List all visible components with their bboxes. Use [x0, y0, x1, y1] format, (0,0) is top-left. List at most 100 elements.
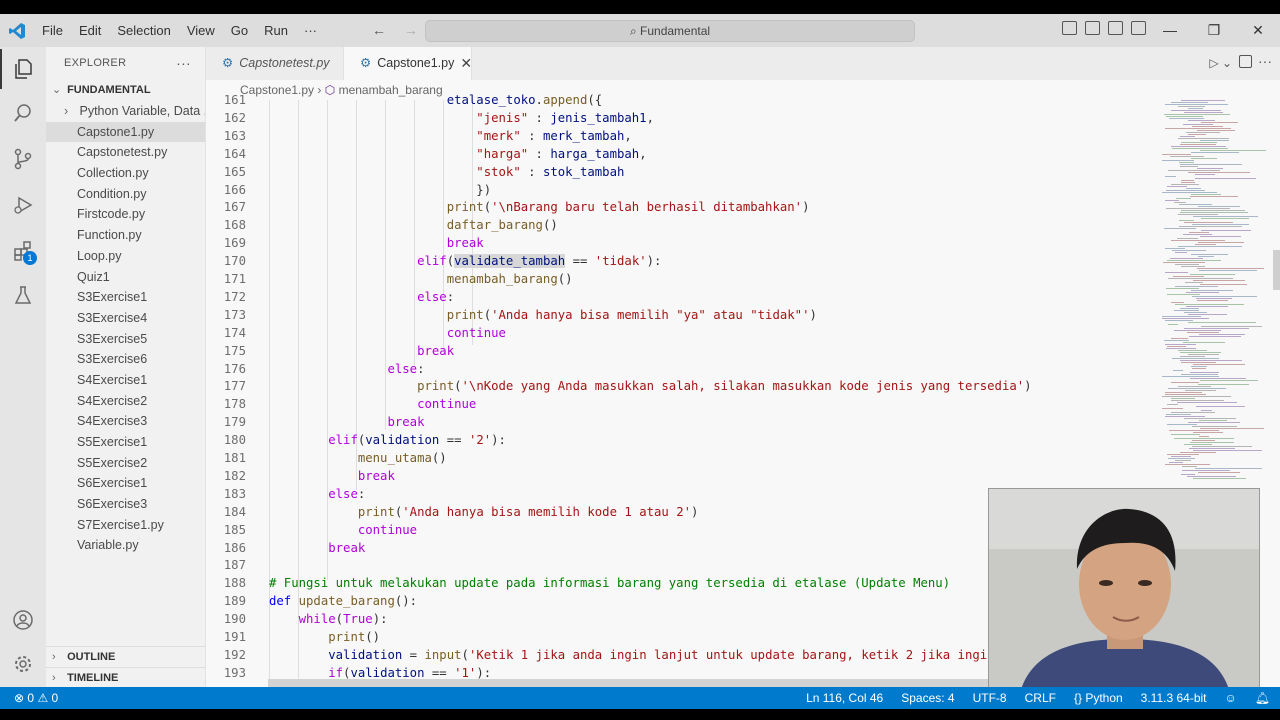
- file-item[interactable]: S4Exercise3: [46, 411, 205, 432]
- file-item[interactable]: S6Exercise3: [46, 494, 205, 515]
- code-line[interactable]: while(True):: [269, 612, 388, 626]
- menu-run[interactable]: Run: [256, 23, 296, 38]
- forward-arrow-icon[interactable]: →: [404, 22, 418, 38]
- horizontal-scrollbar[interactable]: [268, 679, 1013, 687]
- file-item[interactable]: S3Exercise6: [46, 349, 205, 370]
- encoding[interactable]: UTF-8: [973, 687, 1007, 709]
- cursor-position[interactable]: Ln 116, Col 46: [806, 687, 883, 709]
- code-line[interactable]: break: [269, 541, 365, 555]
- toggle-panel-icon[interactable]: [1085, 21, 1100, 35]
- code-line[interactable]: }): [269, 183, 491, 197]
- file-item[interactable]: Function.py: [46, 225, 205, 246]
- settings-gear-icon[interactable]: [0, 644, 46, 684]
- code-line[interactable]: etalase_toko.append({: [269, 93, 602, 107]
- menu-file[interactable]: File: [34, 23, 71, 38]
- code-line[interactable]: # Fungsi untuk melakukan update pada inf…: [269, 576, 950, 590]
- file-item[interactable]: Capstone1.py: [46, 121, 205, 143]
- code-line[interactable]: print('Anda hanya bisa memilih "ya" atau…: [269, 308, 817, 322]
- code-line[interactable]: break: [269, 344, 454, 358]
- code-line[interactable]: else:: [269, 290, 454, 304]
- file-item[interactable]: S3Exercise1: [46, 287, 205, 308]
- code-line[interactable]: if(validation == '1'):: [269, 666, 491, 680]
- vertical-scrollbar[interactable]: [1273, 100, 1280, 687]
- file-item[interactable]: S3Exercise5: [46, 329, 205, 350]
- menu-edit[interactable]: Edit: [71, 23, 109, 38]
- code-line[interactable]: menu_utama(): [269, 451, 447, 465]
- file-item[interactable]: S5Exercise2: [46, 453, 205, 474]
- code-line[interactable]: "jenis" : jenis_tambah1,: [269, 111, 654, 125]
- code-line[interactable]: break: [269, 415, 424, 429]
- account-icon[interactable]: [0, 600, 46, 640]
- close-tab-icon[interactable]: ✕: [460, 47, 472, 80]
- file-item[interactable]: Loop.py: [46, 246, 205, 267]
- code-line[interactable]: menambah_barang(): [269, 272, 573, 286]
- close-window-icon[interactable]: ✕: [1236, 14, 1280, 47]
- back-arrow-icon[interactable]: ←: [372, 22, 386, 38]
- code-line[interactable]: elif(validate_tambah == 'tidak'):: [269, 254, 661, 269]
- line-endings[interactable]: CRLF: [1025, 687, 1056, 709]
- restore-icon[interactable]: ❐: [1192, 14, 1236, 47]
- explorer-more-icon[interactable]: ···: [176, 47, 191, 79]
- minimize-icon[interactable]: —: [1148, 14, 1192, 47]
- file-item[interactable]: S4Exercise1: [46, 370, 205, 391]
- python-interpreter[interactable]: 3.11.3 64-bit: [1141, 687, 1207, 709]
- code-line[interactable]: "stok" : stok_tambah: [269, 165, 624, 179]
- explorer-icon[interactable]: [0, 49, 46, 89]
- timeline-section[interactable]: › TIMELINE: [46, 667, 206, 688]
- code-line[interactable]: print(): [269, 630, 380, 644]
- problems-indicator[interactable]: ⊗ 0 ⚠ 0: [14, 687, 58, 709]
- search-icon[interactable]: [0, 93, 46, 133]
- file-item[interactable]: Capstonetest.py: [46, 142, 205, 163]
- file-item[interactable]: S3Exercise4: [46, 308, 205, 329]
- feedback-icon[interactable]: ☺: [1225, 687, 1237, 709]
- file-item[interactable]: S4Exercise2: [46, 391, 205, 412]
- file-item[interactable]: Condition.py: [46, 184, 205, 205]
- run-debug-icon[interactable]: [0, 185, 46, 225]
- workspace-folder[interactable]: ⌄ FUNDAMENTAL: [46, 79, 205, 101]
- language-mode[interactable]: {} Python: [1074, 687, 1123, 709]
- code-line[interactable]: daftar_barang(): [269, 218, 558, 232]
- code-line[interactable]: break: [269, 469, 395, 483]
- file-item[interactable]: Quiz1: [46, 267, 205, 288]
- tab-capstone1[interactable]: ⚙ Capstone1.py ✕: [344, 47, 472, 80]
- code-line[interactable]: break: [269, 236, 484, 250]
- toggle-sidebar-icon[interactable]: [1062, 21, 1077, 35]
- testing-icon[interactable]: [0, 275, 46, 315]
- file-item[interactable]: Collection.py: [46, 163, 205, 184]
- code-line[interactable]: def update_barang():: [269, 594, 417, 608]
- code-line[interactable]: else:: [269, 362, 424, 376]
- menu-more[interactable]: ···: [296, 23, 325, 38]
- split-editor-icon[interactable]: [1239, 55, 1252, 68]
- folder-item-python-variable[interactable]: › Python Variable, Data ...: [46, 101, 205, 122]
- outline-section[interactable]: › OUTLINE: [46, 646, 206, 667]
- toggle-secondary-sidebar-icon[interactable]: [1108, 21, 1123, 35]
- notifications-bell-icon[interactable]: 🔔︎: [1255, 687, 1270, 709]
- code-line[interactable]: else:: [269, 487, 365, 501]
- code-line[interactable]: print('\nBarang baru telah berhasil dita…: [269, 200, 810, 214]
- indentation[interactable]: Spaces: 4: [901, 687, 954, 709]
- code-line[interactable]: continue: [269, 523, 417, 537]
- file-item[interactable]: Firstcode.py: [46, 204, 205, 225]
- menu-selection[interactable]: Selection: [109, 23, 178, 38]
- code-line[interactable]: print('\nKode yang Anda masukkan salah, …: [269, 379, 1032, 393]
- editor-more-icon[interactable]: ···: [1258, 53, 1272, 69]
- file-item[interactable]: S6Exercise1: [46, 473, 205, 494]
- file-item[interactable]: S7Exercise1.py: [46, 515, 205, 536]
- run-python-file-icon[interactable]: ▷ ⌄: [1209, 56, 1232, 70]
- code-line[interactable]: print('Anda hanya bisa memilih kode 1 at…: [269, 505, 699, 519]
- source-control-icon[interactable]: [0, 139, 46, 179]
- code-line[interactable]: "harga" : harga_tambah,: [269, 147, 646, 161]
- minimap[interactable]: [1158, 100, 1273, 500]
- code-line[interactable]: elif(validation == '2'):: [269, 433, 506, 447]
- menu-view[interactable]: View: [179, 23, 223, 38]
- code-line[interactable]: continue: [269, 326, 506, 340]
- menu-go[interactable]: Go: [223, 23, 256, 38]
- code-line[interactable]: "merk" : merk_tambah,: [269, 129, 631, 143]
- scrollbar-thumb[interactable]: [1273, 250, 1280, 290]
- command-center-search[interactable]: ⌕ Fundamental: [425, 20, 915, 42]
- file-item[interactable]: Variable.py: [46, 535, 205, 556]
- code-line[interactable]: continue: [269, 397, 476, 411]
- file-item[interactable]: S5Exercise1: [46, 432, 205, 453]
- extensions-icon[interactable]: 1: [0, 231, 46, 271]
- customize-layout-icon[interactable]: [1131, 21, 1146, 35]
